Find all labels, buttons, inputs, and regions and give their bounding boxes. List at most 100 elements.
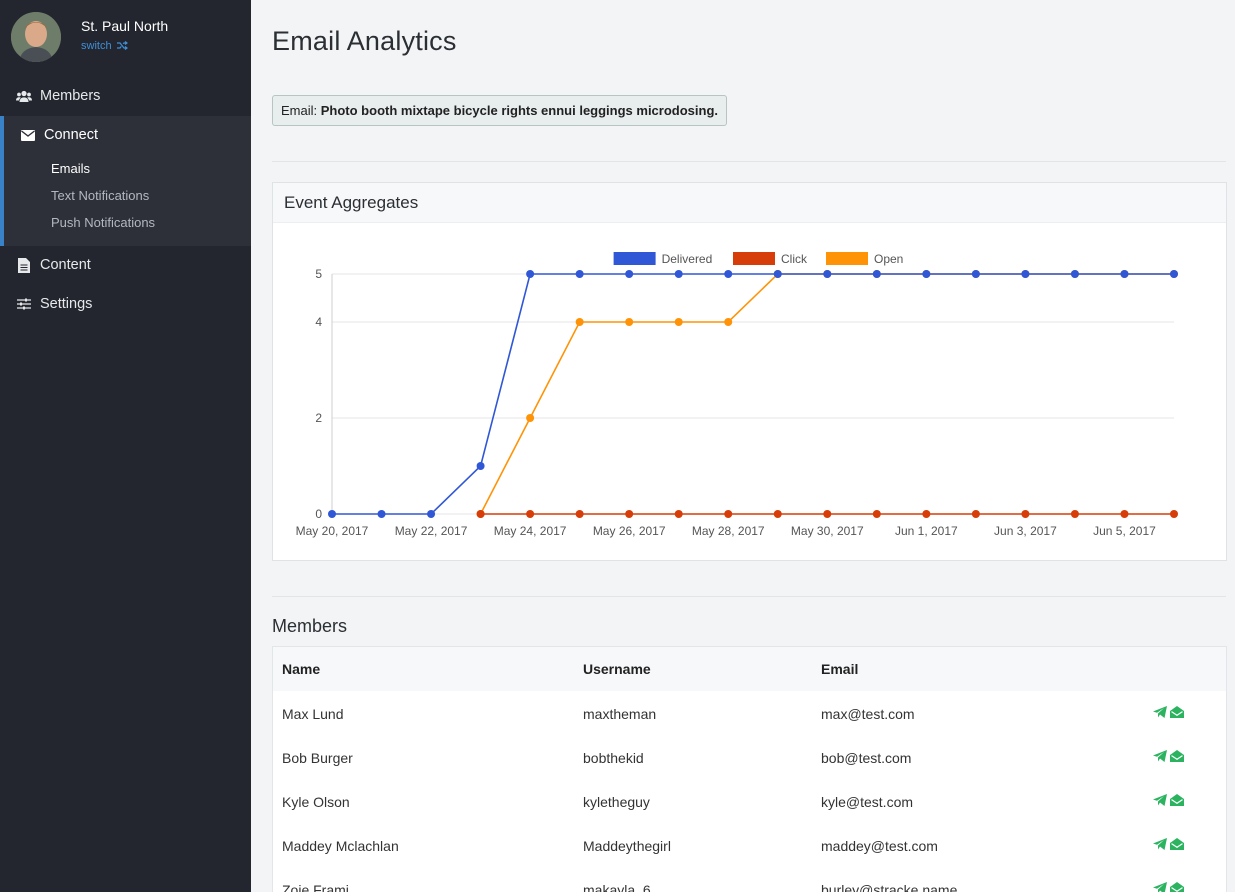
data-point-delivered (427, 510, 436, 518)
data-point-delivered (575, 270, 584, 278)
x-tick-label: May 26, 2017 (593, 524, 666, 538)
subnav-emails[interactable]: Emails (51, 161, 90, 176)
nav-settings-label: Settings (40, 296, 93, 312)
data-point-delivered (724, 270, 733, 278)
envelope-open-icon[interactable] (1170, 838, 1184, 850)
nav-settings[interactable]: Settings (0, 285, 251, 323)
member-email: bob@test.com (821, 750, 912, 766)
member-email: max@test.com (821, 706, 915, 722)
send-icon[interactable] (1153, 750, 1167, 762)
col-name-header: Name (282, 661, 321, 677)
member-email: maddey@test.com (821, 838, 938, 854)
email-subject: Photo booth mixtape bicycle rights ennui… (320, 103, 719, 118)
y-tick-label: 0 (315, 507, 322, 521)
divider (272, 161, 1226, 162)
col-email-header: Email (821, 661, 859, 677)
x-tick-label: May 20, 2017 (296, 524, 369, 538)
table-row: Maddey Mclachlan Maddeythegirl maddey@test… (273, 823, 1226, 867)
row-actions (1153, 838, 1184, 850)
data-point-delivered (1070, 270, 1079, 278)
x-tick-label: May 28, 2017 (692, 524, 765, 538)
legend-swatch (613, 252, 656, 265)
data-point-delivered (1120, 270, 1129, 278)
data-point-click (476, 510, 485, 518)
table-row: Max Lund maxtheman max@test.com (273, 691, 1226, 735)
avatar[interactable] (11, 12, 61, 62)
send-icon[interactable] (1153, 838, 1167, 850)
data-point-delivered (823, 270, 832, 278)
connect-group: Connect Emails Text Notifications Push N… (0, 116, 251, 246)
subnav-text-notifications[interactable]: Text Notifications (51, 188, 149, 203)
data-point-click (625, 510, 634, 518)
subnav-push-notifications[interactable]: Push Notifications (51, 215, 155, 230)
sidebar: St. Paul North switch Members Connect Em… (0, 0, 251, 892)
data-point-delivered (922, 270, 931, 278)
envelope-icon (20, 127, 36, 143)
row-actions (1153, 794, 1184, 806)
y-tick-label: 5 (315, 267, 322, 281)
member-email: burley@stracke.name (821, 882, 958, 892)
data-point-open (575, 318, 584, 326)
table-header: Name Username Email (273, 647, 1226, 691)
data-point-delivered (674, 270, 683, 278)
send-icon[interactable] (1153, 706, 1167, 718)
org-profile: St. Paul North switch (0, 0, 251, 75)
data-point-open (625, 318, 634, 326)
event-aggregates-chart: 0 2 4 5 May 20, 2017 May 22, 2017 May 24, 2017… (273, 224, 1226, 560)
envelope-open-icon[interactable] (1170, 882, 1184, 892)
row-actions (1153, 750, 1184, 762)
series-line-delivered (332, 273, 1174, 515)
data-point-delivered (625, 270, 634, 278)
data-point-delivered (476, 462, 485, 470)
member-email: kyle@test.com (821, 794, 914, 810)
data-point-click (526, 510, 535, 518)
member-username: makayla_6 (583, 882, 651, 892)
member-name: Maddey Mclachlan (282, 838, 399, 854)
data-point-click (1170, 510, 1178, 518)
data-point-click (674, 510, 683, 518)
envelope-open-icon[interactable] (1170, 794, 1184, 806)
data-point-click (922, 510, 931, 518)
member-name: Kyle Olson (282, 794, 350, 810)
data-point-delivered (377, 510, 386, 518)
col-username-header: Username (583, 661, 651, 677)
member-name: Max Lund (282, 706, 344, 722)
data-point-delivered (1170, 270, 1178, 278)
data-point-click (575, 510, 584, 518)
data-point-click (971, 510, 980, 518)
main-content: Email Analytics Email: Photo booth mixta… (251, 0, 1235, 892)
table-row: Zoie Frami makayla_6 burley@stracke.name (273, 867, 1226, 892)
switch-org-link[interactable]: switch (81, 40, 128, 52)
data-point-delivered (526, 270, 535, 278)
table-row: Bob Burger bobthekid bob@test.com (273, 735, 1226, 779)
data-point-delivered (328, 510, 336, 518)
data-point-click (773, 510, 782, 518)
y-tick-label: 2 (315, 411, 322, 425)
data-point-click (1070, 510, 1079, 518)
envelope-open-icon[interactable] (1170, 750, 1184, 762)
chart-svg: 0 2 4 5 May 20, 2017 May 22, 2017 May 24, 2017… (296, 252, 1178, 538)
member-username: Maddeythegirl (583, 838, 671, 854)
nav-connect[interactable]: Connect (0, 116, 251, 154)
row-actions (1153, 882, 1184, 892)
send-icon[interactable] (1153, 882, 1167, 892)
send-icon[interactable] (1153, 794, 1167, 806)
data-point-delivered (773, 270, 782, 278)
nav-members[interactable]: Members (0, 77, 251, 115)
nav-members-label: Members (40, 88, 101, 104)
series-line-open (479, 273, 1174, 515)
members-title: Members (272, 616, 348, 636)
file-icon (16, 257, 32, 273)
data-point-delivered (1021, 270, 1030, 278)
y-tick-label: 4 (315, 315, 322, 329)
data-point-open (674, 318, 683, 326)
x-tick-label: Jun 1, 2017 (895, 524, 958, 538)
nav-content[interactable]: Content (0, 246, 251, 284)
data-point-click (724, 510, 733, 518)
legend-swatch (733, 252, 775, 265)
member-name: Bob Burger (282, 750, 353, 766)
data-point-delivered (971, 270, 980, 278)
data-point-click (1021, 510, 1030, 518)
envelope-open-icon[interactable] (1170, 706, 1184, 718)
shuffle-icon (116, 41, 128, 50)
